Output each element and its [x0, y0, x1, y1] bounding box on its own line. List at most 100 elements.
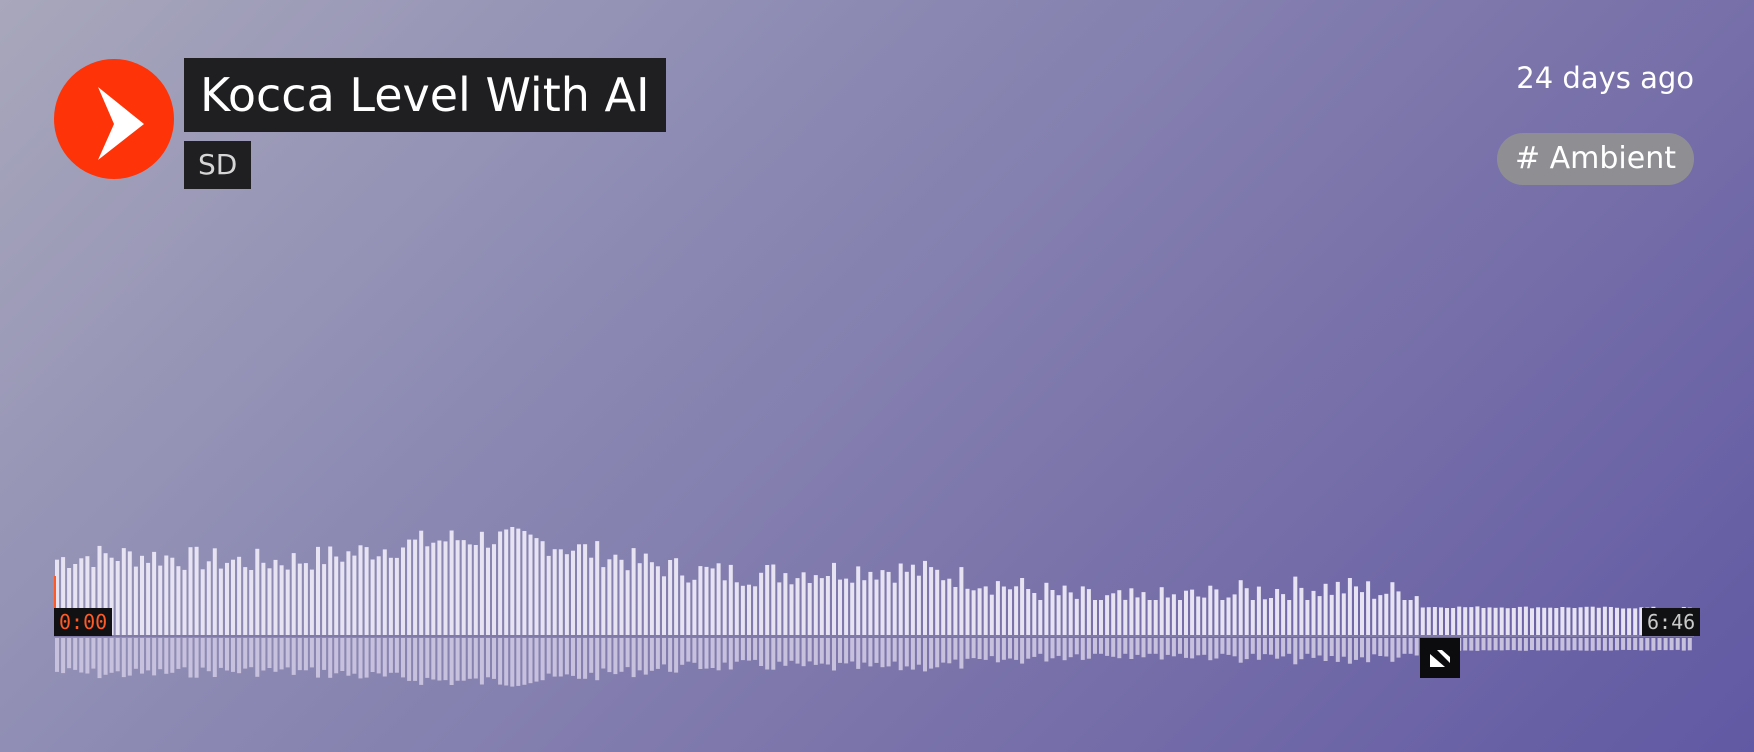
waveform-bar-reflection [376, 638, 381, 674]
waveform-bar [158, 565, 163, 635]
waveform-bar [1408, 600, 1413, 635]
waveform-bar-reflection [819, 638, 824, 664]
waveform-bar [874, 579, 879, 635]
waveform-bar [1074, 598, 1079, 635]
track-title[interactable]: Kocca Level With AI [184, 58, 666, 132]
comment-marker[interactable] [1420, 638, 1460, 678]
waveform-bar-reflection [577, 638, 581, 679]
waveform-bar [850, 582, 855, 635]
waveform-bar [1469, 607, 1474, 635]
waveform-bar [813, 575, 818, 635]
waveform-bar [789, 584, 794, 635]
waveform-bar [364, 547, 369, 635]
waveform-bar-reflection [631, 638, 636, 678]
waveform-bar [1584, 606, 1589, 635]
waveform-bar-reflection [995, 638, 1000, 663]
waveform-bar-reflection [1378, 638, 1383, 656]
waveform-bar [473, 545, 478, 635]
waveform-bar [1056, 595, 1061, 635]
waveform-bar-reflection [1341, 638, 1346, 657]
waveform-bar-reflection [1639, 638, 1644, 651]
waveform-bar-reflection [1262, 638, 1267, 655]
waveform-bar [1256, 586, 1261, 635]
waveform-bar-reflection [1681, 638, 1686, 651]
waveform-bar-reflection [619, 638, 624, 672]
waveform-bar-reflection [1511, 638, 1516, 651]
waveform-bar-reflection [643, 638, 648, 675]
waveform-bar [577, 544, 581, 635]
waveform-bar [218, 568, 223, 635]
waveform-bar-reflection [1220, 638, 1225, 654]
waveform-bar-reflection [789, 638, 794, 661]
waveform-bar-reflection [807, 638, 812, 662]
waveform-bar [1135, 597, 1140, 635]
waveform-bar [1171, 594, 1176, 635]
waveform-bar [322, 564, 327, 635]
waveform-bar [1360, 592, 1364, 635]
waveform-bar-reflection [1414, 638, 1419, 656]
waveform-bar-reflection [540, 638, 545, 681]
waveform-bar-reflection [1080, 638, 1085, 660]
waveform-bar [728, 564, 733, 635]
waveform-bar [1014, 586, 1019, 635]
waveform-bar-reflection [534, 638, 539, 682]
waveform-bar [1129, 588, 1134, 635]
waveform-bar [1068, 592, 1073, 635]
total-duration: 6:46 [1642, 608, 1701, 636]
waveform-bar-reflection [613, 638, 618, 675]
waveform-bar [898, 563, 903, 635]
waveform-bar [419, 530, 424, 635]
waveform-bar-reflection [856, 638, 861, 669]
waveform-bar [698, 566, 703, 635]
waveform-bar-reflection [1074, 638, 1079, 655]
waveform-bar [388, 557, 393, 635]
waveform-bar-reflection [1627, 638, 1632, 650]
waveform-bar-reflection [1129, 638, 1134, 659]
waveform-bar-reflection [158, 638, 163, 670]
waveform-bar-reflection [1645, 638, 1650, 651]
waveform-bar-reflection [710, 638, 715, 668]
waveform-bar-reflection [1008, 638, 1012, 659]
artist-name[interactable]: SD [184, 141, 252, 189]
waveform-bar-reflection [1184, 638, 1188, 658]
waveform-bar-reflection [61, 638, 66, 674]
waveform-bar [1329, 594, 1334, 635]
waveform-bar [740, 585, 745, 635]
waveform-bar-reflection [680, 638, 685, 665]
waveform-bar [989, 594, 994, 635]
waveform-bar-reflection [279, 638, 284, 670]
waveform-bar-reflection [1517, 638, 1522, 651]
waveform-bar-reflection [115, 638, 120, 672]
waveform-bar-reflection [1299, 638, 1304, 660]
waveform-bar-reflection [801, 638, 806, 667]
waveform-bar [200, 569, 205, 635]
waveform-bar [947, 578, 952, 635]
play-button[interactable] [54, 59, 174, 179]
waveform-bar [1608, 607, 1613, 635]
waveform-bar [923, 560, 927, 635]
waveform-bar-reflection [1469, 638, 1474, 651]
waveform-bar [1542, 607, 1547, 635]
waveform-bar [589, 557, 594, 635]
waveform-bar [127, 551, 132, 635]
waveform-bar [231, 559, 235, 635]
waveform-bar [959, 567, 964, 635]
waveform-bar [1499, 607, 1504, 635]
waveform-bar [1190, 589, 1195, 635]
genre-tag[interactable]: # Ambient [1496, 133, 1694, 185]
waveform-bar-reflection [1014, 638, 1019, 660]
waveform-bar-reflection [1281, 638, 1286, 657]
waveform-bar [637, 563, 642, 635]
waveform-bar-reflection [971, 638, 976, 659]
waveform-bar-reflection [1396, 638, 1401, 658]
waveform-bar-reflection [182, 638, 187, 668]
waveform-bar-reflection [200, 638, 205, 668]
waveform-bar-reflection [1347, 638, 1352, 664]
waveform-bar-reflection [1165, 638, 1170, 655]
waveform-bar [655, 566, 660, 635]
waveform-bar-reflection [1232, 638, 1237, 657]
waveform-bar-reflection [419, 638, 424, 685]
waveform-bar-reflection [121, 638, 126, 678]
waveform-bar [965, 588, 970, 635]
waveform-bar [1232, 594, 1237, 635]
